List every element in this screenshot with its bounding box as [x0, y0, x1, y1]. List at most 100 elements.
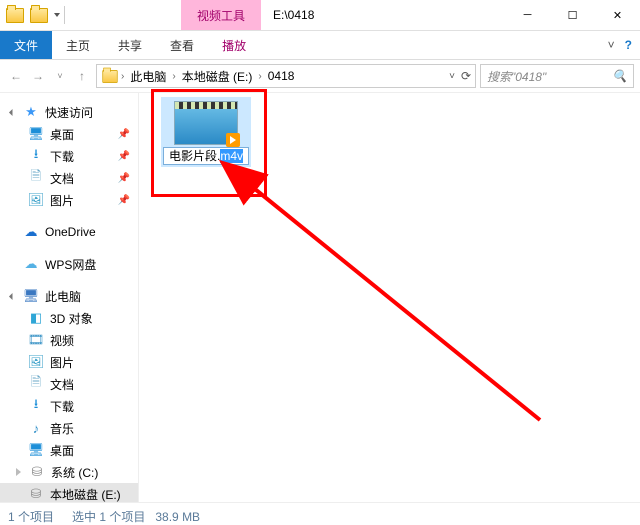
- video-icon: 🎞: [28, 332, 44, 348]
- file-rename-input[interactable]: 电影片段.m4v: [163, 147, 249, 165]
- nav-documents[interactable]: 🗎 文档 📌: [0, 167, 138, 189]
- pin-icon: 📌: [118, 195, 130, 206]
- nav-row: ← → ˅ ↑ › 此电脑 › 本地磁盘 (E:) › 0418 ˅ ⟳ 搜索"…: [0, 60, 640, 93]
- desktop-icon: 🖥: [28, 126, 44, 142]
- history-dropdown-icon[interactable]: ˅: [50, 66, 70, 86]
- nav-label: 桌面: [50, 126, 74, 143]
- nav-label: 文档: [50, 170, 74, 187]
- star-icon: ★: [23, 104, 39, 120]
- help-icon[interactable]: ?: [625, 38, 632, 52]
- status-item-count: 1 个项目: [8, 508, 54, 525]
- document-icon: 🗎: [28, 376, 44, 392]
- expand-caret-icon[interactable]: [9, 292, 16, 299]
- chevron-icon[interactable]: ›: [172, 71, 175, 82]
- nav-downloads2[interactable]: ⭳ 下载: [0, 395, 138, 417]
- nav-music[interactable]: ♪ 音乐: [0, 417, 138, 439]
- onedrive-icon: ☁: [23, 224, 39, 240]
- nav-label: 图片: [50, 192, 74, 209]
- nav-thispc[interactable]: 🖥 此电脑: [0, 285, 138, 307]
- nav-downloads[interactable]: ⭳ 下载 📌: [0, 145, 138, 167]
- download-icon: ⭳: [28, 148, 44, 164]
- nav-label: 下载: [50, 398, 74, 415]
- nav-arrows: ← → ˅ ↑: [6, 66, 92, 86]
- search-input[interactable]: 搜索"0418" 🔍: [480, 64, 634, 88]
- navigation-pane[interactable]: ★ 快速访问 🖥 桌面 📌 ⭳ 下载 📌 🗎 文档 📌 🖼 图片 �: [0, 93, 139, 502]
- nav-label: 此电脑: [45, 288, 81, 305]
- video-thumbnail: [174, 101, 238, 145]
- nav-label: 桌面: [50, 442, 74, 459]
- filmstrip-icon: [175, 102, 237, 109]
- music-icon: ♪: [28, 420, 44, 436]
- nav-label: 下载: [50, 148, 74, 165]
- address-bar[interactable]: › 此电脑 › 本地磁盘 (E:) › 0418 ˅ ⟳: [96, 64, 476, 88]
- cloud-icon: ☁: [23, 256, 39, 272]
- search-icon: 🔍: [612, 69, 627, 83]
- picture-icon: 🖼: [28, 354, 44, 370]
- nav-onedrive[interactable]: ☁ OneDrive: [0, 221, 138, 243]
- cube-icon: ◧: [28, 310, 44, 326]
- context-tab-video-tools[interactable]: 视频工具: [181, 0, 261, 30]
- download-icon: ⭳: [28, 398, 44, 414]
- nav-drive-e[interactable]: ⛁ 本地磁盘 (E:): [0, 483, 138, 502]
- refresh-icon[interactable]: ⟳: [461, 69, 471, 83]
- pin-icon: 📌: [118, 129, 130, 140]
- address-dropdown-icon[interactable]: ˅: [449, 71, 455, 82]
- nav-label: 文档: [50, 376, 74, 393]
- crumb-folder[interactable]: 0418: [264, 67, 299, 85]
- search-placeholder: 搜索"0418": [487, 68, 546, 85]
- nav-pictures2[interactable]: 🖼 图片: [0, 351, 138, 373]
- maximize-button[interactable]: ☐: [550, 0, 595, 30]
- chevron-icon[interactable]: ›: [258, 71, 261, 82]
- tab-file[interactable]: 文件: [0, 31, 52, 59]
- qat-dropdown-icon[interactable]: [54, 13, 60, 17]
- nav-desktop[interactable]: 🖥 桌面 📌: [0, 123, 138, 145]
- nav-3d[interactable]: ◧ 3D 对象: [0, 307, 138, 329]
- nav-wps[interactable]: ☁ WPS网盘: [0, 253, 138, 275]
- status-selection: 选中 1 个项目 38.9 MB: [72, 508, 200, 525]
- forward-button[interactable]: →: [28, 66, 48, 86]
- nav-label: 3D 对象: [50, 310, 93, 327]
- desktop-icon: 🖥: [28, 442, 44, 458]
- nav-desktop2[interactable]: 🖥 桌面: [0, 439, 138, 461]
- folder-icon: [4, 4, 26, 26]
- nav-label: 快速访问: [45, 104, 93, 121]
- up-button[interactable]: ↑: [72, 66, 92, 86]
- qat-separator: [64, 6, 65, 24]
- window-title: E:\0418: [261, 0, 505, 30]
- status-selection-text: 选中 1 个项目: [72, 510, 145, 524]
- file-name-ext-selected: m4v: [220, 149, 243, 163]
- nav-videos[interactable]: 🎞 视频: [0, 329, 138, 351]
- nav-label: 图片: [50, 354, 74, 371]
- drive-icon: ⛁: [29, 464, 45, 480]
- document-icon: 🗎: [28, 170, 44, 186]
- crumb-drive[interactable]: 本地磁盘 (E:): [178, 66, 257, 87]
- tab-home[interactable]: 主页: [52, 31, 104, 59]
- nav-label: 本地磁盘 (E:): [50, 486, 121, 503]
- nav-pictures[interactable]: 🖼 图片 📌: [0, 189, 138, 211]
- quick-access-toolbar: [0, 0, 71, 30]
- nav-label: WPS网盘: [45, 256, 96, 273]
- back-button[interactable]: ←: [6, 66, 26, 86]
- tab-share[interactable]: 共享: [104, 31, 156, 59]
- expand-caret-icon[interactable]: [9, 108, 16, 115]
- nav-documents2[interactable]: 🗎 文档: [0, 373, 138, 395]
- nav-quick-access[interactable]: ★ 快速访问: [0, 101, 138, 123]
- ribbon-collapse-icon[interactable]: ˅: [608, 38, 615, 52]
- expand-caret-icon[interactable]: [16, 468, 21, 476]
- content-pane[interactable]: 电影片段.m4v: [139, 93, 640, 502]
- address-tools: ˅ ⟳: [449, 69, 471, 83]
- tab-play[interactable]: 播放: [208, 31, 260, 59]
- file-item[interactable]: 电影片段.m4v: [161, 97, 251, 167]
- close-button[interactable]: ✕: [595, 0, 640, 30]
- status-size: 38.9 MB: [155, 510, 200, 524]
- crumb-thispc[interactable]: 此电脑: [126, 66, 170, 87]
- nav-drive-c[interactable]: ⛁ 系统 (C:): [0, 461, 138, 483]
- minimize-button[interactable]: ─: [505, 0, 550, 30]
- drive-icon: ⛁: [28, 486, 44, 502]
- pin-icon: 📌: [118, 151, 130, 162]
- tab-view[interactable]: 查看: [156, 31, 208, 59]
- pc-icon: 🖥: [23, 288, 39, 304]
- chevron-icon[interactable]: ›: [121, 71, 124, 82]
- nav-label: 系统 (C:): [51, 464, 98, 481]
- qat-pin-folder[interactable]: [28, 4, 50, 26]
